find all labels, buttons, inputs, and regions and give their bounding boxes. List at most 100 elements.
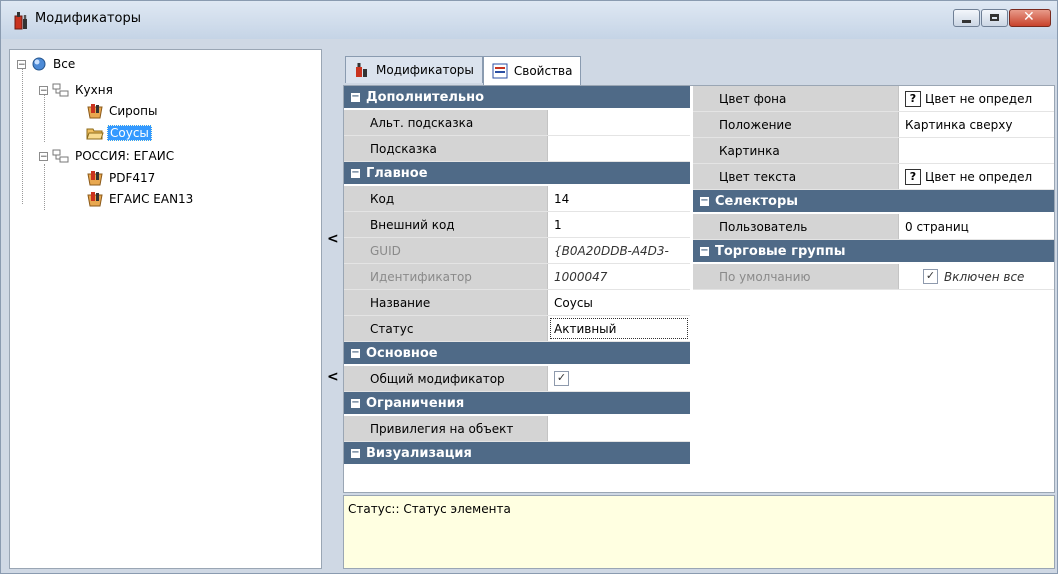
collapse-icon[interactable]: − xyxy=(351,397,360,408)
tree-label: Кухня xyxy=(75,83,113,97)
modifiers-window: Модификаторы ✕ − Все − Кухня Сиропы Соус… xyxy=(0,0,1058,574)
collapse-left-icon[interactable]: < xyxy=(327,231,339,247)
group-icon xyxy=(52,149,69,163)
group-icon xyxy=(52,83,69,97)
category-header[interactable]: − Визуализация xyxy=(344,442,690,466)
property-value[interactable]: 1 xyxy=(548,212,690,237)
tree-label: PDF417 xyxy=(109,171,156,185)
category-header[interactable]: − Селекторы xyxy=(693,190,1054,214)
property-name: Внешний код xyxy=(344,212,548,237)
property-value[interactable]: Соусы xyxy=(548,290,690,315)
property-row[interactable]: Код 14 xyxy=(344,186,690,212)
property-row[interactable]: По умолчанию ✓ Включен все xyxy=(693,264,1054,290)
property-name: GUID xyxy=(344,238,548,263)
collapse-left-icon[interactable]: < xyxy=(327,369,339,385)
property-name: Код xyxy=(344,186,548,211)
property-row[interactable]: Положение Картинка сверху xyxy=(693,112,1054,138)
property-value[interactable] xyxy=(899,138,1054,163)
tab-label: Модификаторы xyxy=(376,63,474,77)
property-value[interactable]: ✓ xyxy=(548,366,690,391)
property-name: Подсказка xyxy=(344,136,548,161)
collapse-icon[interactable]: − xyxy=(351,447,360,458)
tree-label: ЕГАИС EAN13 xyxy=(109,192,194,206)
splitter[interactable]: < < xyxy=(323,49,339,569)
maximize-button[interactable] xyxy=(981,9,1008,27)
collapse-icon[interactable]: − xyxy=(700,245,709,256)
default-value: Включен все xyxy=(944,269,1025,284)
property-row[interactable]: GUID {B0A20DDB-A4D3- xyxy=(344,238,690,264)
tree-connector xyxy=(22,64,23,204)
category-header[interactable]: − Ограничения xyxy=(344,392,690,416)
collapse-icon[interactable]: − xyxy=(351,347,360,358)
tree-node-item[interactable]: Сиропы xyxy=(86,102,159,120)
tree-node-item-selected[interactable]: Соусы xyxy=(86,124,152,142)
property-name: Пользователь xyxy=(693,214,899,239)
tree-label: Все xyxy=(53,57,76,71)
category-title: Визуализация xyxy=(366,445,472,461)
property-row[interactable]: Идентификатор 1000047 xyxy=(344,264,690,290)
default-checkbox[interactable]: ✓ xyxy=(923,269,938,284)
property-row[interactable]: Статус Активный xyxy=(344,316,690,342)
property-value[interactable]: ? Цвет не определ xyxy=(899,164,1054,189)
properties-icon xyxy=(492,63,508,79)
tree-node-item[interactable]: PDF417 xyxy=(86,169,157,187)
minimize-button[interactable] xyxy=(953,9,980,27)
bottle-icon xyxy=(14,12,27,30)
tree-node-root[interactable]: − Все xyxy=(17,55,77,73)
property-value: {B0A20DDB-A4D3- xyxy=(554,243,669,258)
title-bar[interactable]: Модификаторы ✕ xyxy=(1,1,1057,39)
tab-modifiers[interactable]: Модификаторы xyxy=(345,56,483,83)
collapse-icon[interactable]: − xyxy=(39,85,48,95)
property-row[interactable]: Цвет текста? Цвет не определ xyxy=(693,164,1054,190)
collapse-icon[interactable]: − xyxy=(17,59,26,69)
property-value[interactable]: 14 xyxy=(548,186,690,211)
property-row[interactable]: Внешний код 1 xyxy=(344,212,690,238)
collapse-icon[interactable]: − xyxy=(351,167,360,178)
tree-view[interactable]: − Все − Кухня Сиропы Соусы − РОССИЯ: ЕГА… xyxy=(9,49,322,569)
property-value[interactable] xyxy=(548,110,690,135)
property-value[interactable]: ✓ Включен все xyxy=(899,264,1054,289)
common-modifier-checkbox[interactable]: ✓ xyxy=(554,371,569,386)
property-value[interactable] xyxy=(548,416,690,441)
property-row[interactable]: Название Соусы xyxy=(344,290,690,316)
property-name: Идентификатор xyxy=(344,264,548,289)
tab-properties[interactable]: Свойства xyxy=(482,56,582,85)
category-header[interactable]: − Дополнительно xyxy=(344,86,690,110)
property-row[interactable]: Альт. подсказка xyxy=(344,110,690,136)
category-header[interactable]: − Основное xyxy=(344,342,690,366)
property-value[interactable]: 0 страниц xyxy=(899,214,1054,239)
property-value[interactable] xyxy=(548,136,690,161)
category-header[interactable]: − Торговые группы xyxy=(693,240,1054,264)
tab-label: Свойства xyxy=(513,64,573,78)
property-name: Общий модификатор xyxy=(344,366,548,391)
question-icon[interactable]: ? xyxy=(905,90,921,107)
property-value[interactable]: Картинка сверху xyxy=(899,112,1054,137)
category-title: Селекторы xyxy=(715,193,799,209)
collapse-icon[interactable]: − xyxy=(39,151,48,161)
maximize-icon xyxy=(990,14,999,21)
property-row[interactable]: Пользователь 0 страниц xyxy=(693,214,1054,240)
text-color-value: Цвет не определ xyxy=(925,169,1033,184)
tree-node-group[interactable]: − Кухня xyxy=(39,81,115,99)
property-grid[interactable]: − Дополнительно Альт. подсказка Подсказка… xyxy=(343,85,1055,493)
tab-bar: Модификаторы Свойства xyxy=(345,56,582,85)
property-row[interactable]: Подсказка xyxy=(344,136,690,162)
collapse-icon[interactable]: − xyxy=(351,91,360,102)
property-row[interactable]: Общий модификатор ✓ xyxy=(344,366,690,392)
close-button[interactable]: ✕ xyxy=(1009,9,1051,27)
property-name: Картинка xyxy=(693,138,899,163)
status-value[interactable]: Активный xyxy=(548,316,690,341)
collapse-icon[interactable]: − xyxy=(700,195,709,206)
property-row[interactable]: Привилегия на объект xyxy=(344,416,690,442)
property-row[interactable]: Картинка xyxy=(693,138,1054,164)
property-name: По умолчанию xyxy=(693,264,899,289)
property-value[interactable]: ? Цвет не определ xyxy=(899,86,1054,111)
tree-node-group[interactable]: − РОССИЯ: ЕГАИС xyxy=(39,147,176,165)
category-title: Ограничения xyxy=(366,395,465,411)
property-row[interactable]: Цвет фона? Цвет не определ xyxy=(693,86,1054,112)
property-name: Положение xyxy=(693,112,899,137)
category-title: Торговые группы xyxy=(715,243,846,259)
tree-node-item[interactable]: ЕГАИС EAN13 xyxy=(86,190,195,208)
category-header[interactable]: − Главное xyxy=(344,162,690,186)
question-icon[interactable]: ? xyxy=(905,168,921,185)
